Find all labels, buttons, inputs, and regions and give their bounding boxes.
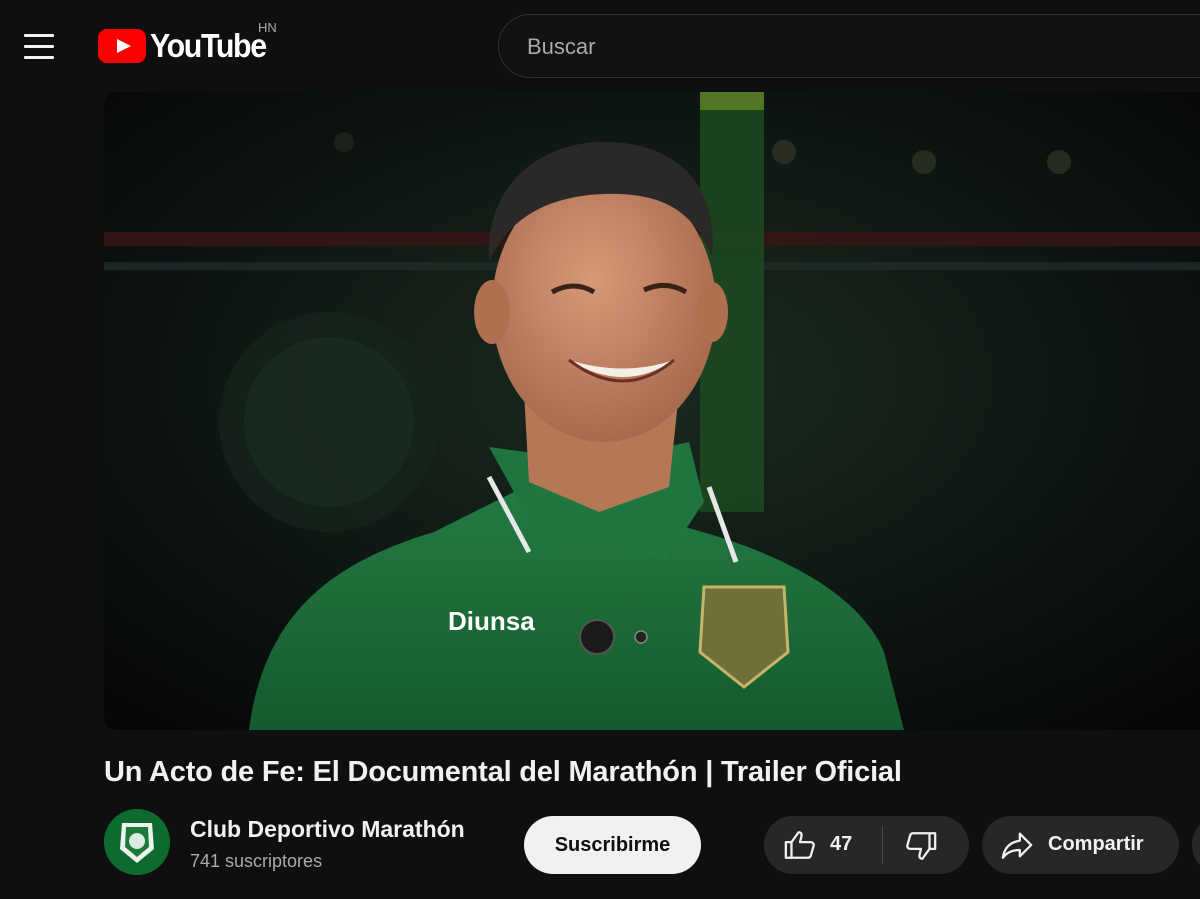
channel-crest-icon (104, 809, 170, 875)
like-count: 47 (830, 833, 853, 855)
like-dislike-group: 47 (764, 816, 969, 874)
thumbs-down-icon (906, 832, 937, 860)
jersey-sponsor-text: Diunsa (448, 606, 535, 636)
channel-name[interactable]: Club Deportivo Marathón (190, 816, 465, 843)
search-input[interactable] (525, 29, 1129, 65)
search-box[interactable] (498, 14, 1200, 78)
channel-avatar[interactable] (104, 809, 170, 875)
thumbs-up-icon (784, 831, 815, 859)
dislike-button[interactable] (883, 816, 969, 874)
video-title: Un Acto de Fe: El Documental del Marathó… (104, 756, 902, 788)
logo-text: YouTube (150, 27, 267, 64)
video-frame: Diunsa (104, 92, 1200, 730)
share-button[interactable]: Compartir (982, 816, 1179, 874)
more-actions-button[interactable] (1192, 816, 1200, 874)
menu-icon[interactable] (18, 26, 60, 68)
video-player[interactable]: Diunsa (104, 92, 1200, 730)
share-label: Compartir (1048, 833, 1144, 855)
top-bar: YouTube HN (0, 0, 1200, 92)
like-button[interactable]: 47 (764, 816, 882, 874)
subscriber-count: 741 suscriptores (190, 851, 323, 871)
subscribe-button[interactable]: Suscribirme (524, 816, 701, 874)
country-code: HN (258, 20, 277, 35)
youtube-play-icon (98, 29, 146, 63)
share-icon (1001, 832, 1033, 859)
youtube-logo[interactable]: YouTube (98, 22, 276, 70)
